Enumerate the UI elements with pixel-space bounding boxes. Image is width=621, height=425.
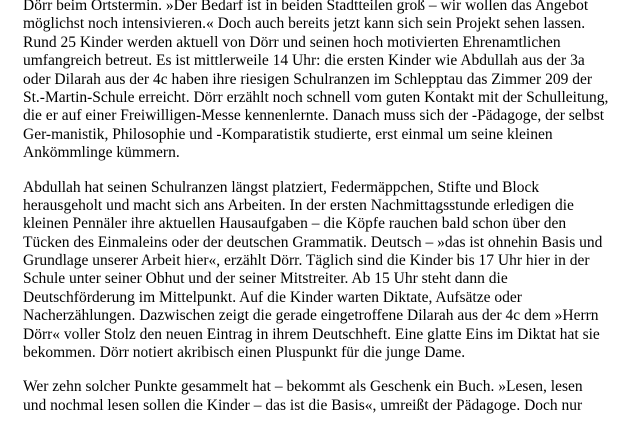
text-line: herausgeholt und macht sich ans Arbeiten… xyxy=(23,196,574,214)
text-line: möglichst noch intensivieren.« Doch auch… xyxy=(23,15,586,33)
paragraph-2: Abdullah hat seinen Schulranzen längst p… xyxy=(23,179,615,363)
text-line: Grundlage unserer Arbeit hier«, erzählt … xyxy=(23,252,590,270)
text-line: umfangreich betreut. Es ist mittlerweile… xyxy=(23,52,585,70)
text-line: die er auf einer Freiwilligen-Messe kenn… xyxy=(23,107,605,125)
article-text: Dörr beim Ortstermin. »Der Bedarf ist in… xyxy=(23,0,615,415)
text-line: Nacherzählungen. Dazwischen zeigt die ge… xyxy=(23,307,599,325)
paragraph-3: Wer zehn solcher Punkte gesammelt hat – … xyxy=(23,378,615,415)
text-line: Schule unter seiner Obhut und der seiner… xyxy=(23,270,508,288)
paragraph-1: Dörr beim Ortstermin. »Der Bedarf ist in… xyxy=(23,0,615,163)
text-line: kleinen Pennäler ihre aktuellen Hausaufg… xyxy=(23,215,567,233)
text-line: Deutschförderung im Mittelpunkt. Auf die… xyxy=(23,288,522,306)
text-line: Abdullah hat seinen Schulranzen längst p… xyxy=(23,178,540,196)
text-line: St.-Martin-Schule erreicht. Dörr erzählt… xyxy=(23,88,609,106)
text-line: Ger-manistik, Philosophie und -Komparati… xyxy=(23,125,553,143)
text-line: Dörr beim Ortstermin. »Der Bedarf ist in… xyxy=(23,0,589,14)
text-line: Wer zehn solcher Punkte gesammelt hat – … xyxy=(23,378,583,396)
text-line: Rund 25 Kinder werden aktuell von Dörr u… xyxy=(23,33,561,51)
text-line: Tücken des Einmaleins oder der deutschen… xyxy=(23,233,603,251)
text-line: und nochmal lesen sollen die Kinder – da… xyxy=(23,396,583,414)
text-line: oder Dilarah aus der 4c haben ihre riesi… xyxy=(23,70,592,88)
document-page: Dörr beim Ortstermin. »Der Bedarf ist in… xyxy=(0,0,621,425)
text-line: Dörr« voller Stolz den neuen Eintrag in … xyxy=(23,325,600,343)
text-line: bekommen. Dörr notiert akribisch einen P… xyxy=(23,344,466,362)
text-line: Ankömmlinge kümmern. xyxy=(23,144,180,162)
